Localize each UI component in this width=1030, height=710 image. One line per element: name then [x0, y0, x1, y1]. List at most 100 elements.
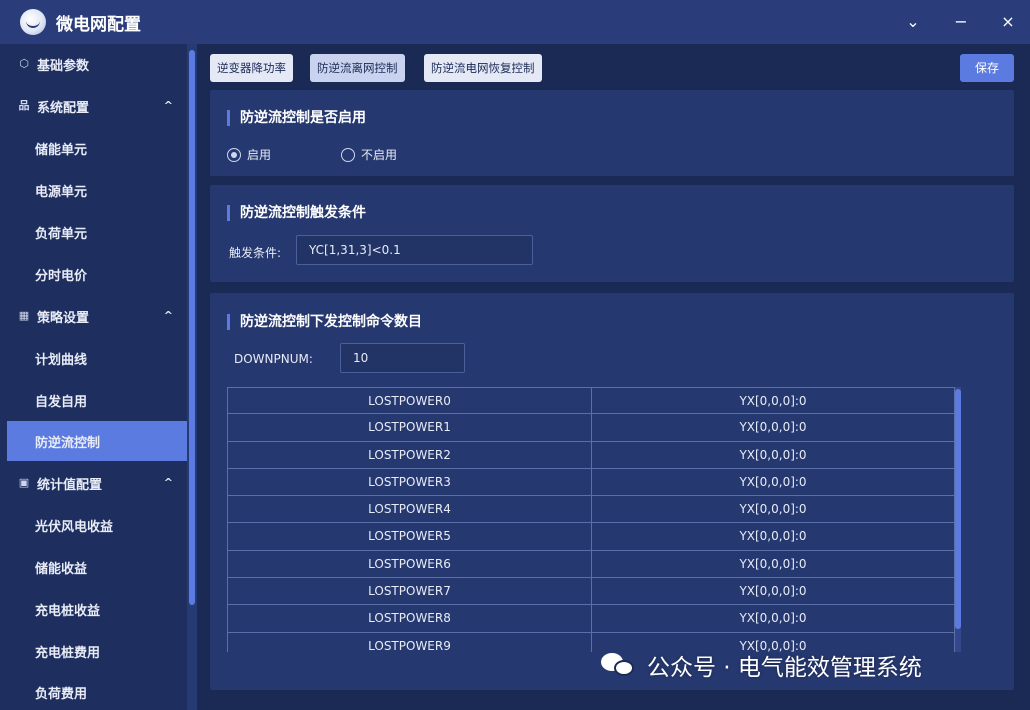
table-row[interactable]: LOSTPOWER0 YX[0,0,0]:0: [227, 387, 955, 415]
table-cell-value[interactable]: YX[0,0,0]:0: [591, 468, 955, 496]
sidebar-item-anti-backflow[interactable]: 防逆流控制: [7, 421, 187, 461]
sidebar-item-label: 自发自用: [35, 394, 88, 410]
command-panel: 防逆流控制下发控制命令数目 DOWNPNUM: 10 LOSTPOWER0 YX…: [210, 293, 1014, 690]
table-cell-name: LOSTPOWER1: [227, 414, 591, 441]
watermark-text: 公众号 · 电气能效管理系统: [647, 655, 922, 681]
sidebar-item-label: 负荷单元: [35, 226, 88, 242]
table-cell-value[interactable]: YX[0,0,0]:0: [591, 605, 955, 632]
radio-disable[interactable]: 不启用: [341, 146, 397, 163]
sidebar-item-label: 电源单元: [35, 184, 88, 200]
table-row[interactable]: LOSTPOWER6 YX[0,0,0]:0: [227, 550, 955, 579]
sidebar-item-storage-unit[interactable]: 储能单元: [7, 128, 187, 168]
sidebar-item-label: 统计值配置: [37, 477, 103, 493]
sidebar-item-storage-income[interactable]: 储能收益: [7, 547, 187, 587]
table-cell-name: LOSTPOWER6: [227, 550, 591, 578]
sidebar: ⬡ 基础参数 品 系统配置 ^ 储能单元 电源单元 负荷单元 分时电价 ▦ 策略…: [0, 44, 197, 710]
table-row[interactable]: LOSTPOWER2 YX[0,0,0]:0: [227, 441, 955, 469]
radio-enable[interactable]: 启用: [227, 146, 271, 163]
sidebar-item-label: 策略设置: [37, 310, 90, 326]
downpnum-label: DOWNPNUM:: [234, 352, 313, 366]
tab-grid-recovery[interactable]: 防逆流电网恢复控制: [424, 54, 542, 82]
sidebar-item-label: 基础参数: [37, 58, 90, 74]
chevron-down-icon[interactable]: ⌄: [899, 8, 927, 36]
sidebar-item-label: 系统配置: [37, 100, 90, 116]
table-row[interactable]: LOSTPOWER8 YX[0,0,0]:0: [227, 605, 955, 633]
table-row[interactable]: LOSTPOWER3 YX[0,0,0]:0: [227, 468, 955, 497]
sidebar-item-system-config[interactable]: 品 系统配置 ^: [7, 86, 187, 126]
sidebar-item-label: 防逆流控制: [35, 435, 101, 451]
app-logo-icon: [20, 9, 46, 35]
watermark: 公众号 · 电气能效管理系统: [601, 648, 922, 682]
chevron-up-icon: ^: [163, 99, 173, 112]
table-cell-name: LOSTPOWER2: [227, 441, 591, 468]
grid-icon: 品: [18, 99, 30, 112]
tab-offgrid-control[interactable]: 防逆流离网控制: [310, 54, 405, 82]
sidebar-item-basic-params[interactable]: ⬡ 基础参数: [7, 44, 187, 84]
table-cell-value[interactable]: YX[0,0,0]:0: [591, 578, 955, 605]
table-cell-name: LOSTPOWER9: [227, 632, 591, 652]
table-cell-value[interactable]: YX[0,0,0]:0: [591, 550, 955, 578]
trigger-condition-input[interactable]: YC[1,31,3]<0.1: [296, 235, 533, 265]
wechat-icon: [601, 651, 637, 679]
sidebar-item-charger-cost[interactable]: 充电桩费用: [7, 631, 187, 671]
table-cell-name: LOSTPOWER0: [227, 388, 591, 414]
save-button[interactable]: 保存: [960, 54, 1014, 82]
section-title: 防逆流控制触发条件: [227, 205, 366, 221]
sidebar-item-pv-wind-income[interactable]: 光伏风电收益: [7, 505, 187, 545]
table-cell-value[interactable]: YX[0,0,0]:0: [591, 388, 955, 414]
chart-icon: ▦: [18, 309, 30, 322]
trigger-label: 触发条件:: [229, 246, 282, 260]
sidebar-item-power-unit[interactable]: 电源单元: [7, 170, 187, 210]
sidebar-scrollbar-thumb[interactable]: [189, 50, 195, 605]
command-table: LOSTPOWER0 YX[0,0,0]:0 LOSTPOWER1 YX[0,0…: [227, 387, 955, 652]
sidebar-item-plan-curve[interactable]: 计划曲线: [7, 338, 187, 378]
sidebar-item-label: 充电桩费用: [35, 645, 101, 661]
sidebar-item-label: 计划曲线: [35, 352, 88, 368]
section-title: 防逆流控制是否启用: [227, 110, 366, 126]
table-cell-name: LOSTPOWER4: [227, 496, 591, 523]
downpnum-input[interactable]: 10: [340, 343, 465, 373]
table-cell-value[interactable]: YX[0,0,0]:0: [591, 414, 955, 441]
table-cell-name: LOSTPOWER5: [227, 523, 591, 550]
main-content: 逆变器降功率 防逆流离网控制 防逆流电网恢复控制 保存 防逆流控制是否启用 启用…: [197, 44, 1030, 710]
sidebar-item-self-use[interactable]: 自发自用: [7, 380, 187, 420]
table-cell-name: LOSTPOWER7: [227, 578, 591, 605]
table-cell-name: LOSTPOWER8: [227, 605, 591, 632]
sidebar-item-label: 充电桩收益: [35, 603, 101, 619]
title-bar: 微电网配置 ⌄ − ×: [0, 0, 1030, 44]
radio-unchecked-icon: [341, 147, 355, 162]
sidebar-item-label: 储能单元: [35, 142, 88, 158]
enable-panel: 防逆流控制是否启用 启用 不启用: [210, 90, 1014, 176]
sidebar-item-load-cost[interactable]: 负荷费用: [7, 672, 187, 710]
table-cell-value[interactable]: YX[0,0,0]:0: [591, 523, 955, 550]
tab-inverter-derate[interactable]: 逆变器降功率: [210, 54, 293, 82]
sidebar-item-tou-price[interactable]: 分时电价: [7, 254, 187, 294]
section-title: 防逆流控制下发控制命令数目: [227, 314, 422, 330]
window-title: 微电网配置: [56, 14, 141, 35]
chevron-up-icon: ^: [163, 309, 173, 322]
sidebar-item-load-unit[interactable]: 负荷单元: [7, 212, 187, 252]
table-row[interactable]: LOSTPOWER1 YX[0,0,0]:0: [227, 414, 955, 442]
table-row[interactable]: LOSTPOWER4 YX[0,0,0]:0: [227, 496, 955, 524]
sidebar-item-label: 光伏风电收益: [35, 519, 114, 535]
sidebar-item-strategy[interactable]: ▦ 策略设置 ^: [7, 296, 187, 336]
table-cell-name: LOSTPOWER3: [227, 468, 591, 496]
cube-icon: ⬡: [19, 57, 29, 70]
sidebar-item-statistics[interactable]: ▣ 统计值配置 ^: [7, 463, 187, 503]
monitor-icon: ▣: [18, 476, 30, 489]
sidebar-item-label: 储能收益: [35, 561, 88, 577]
table-cell-value[interactable]: YX[0,0,0]:0: [591, 441, 955, 468]
table-row[interactable]: LOSTPOWER5 YX[0,0,0]:0: [227, 523, 955, 551]
radio-label: 不启用: [361, 148, 398, 162]
sidebar-item-label: 负荷费用: [35, 686, 88, 702]
table-row[interactable]: LOSTPOWER7 YX[0,0,0]:0: [227, 578, 955, 606]
minimize-button[interactable]: −: [947, 8, 975, 36]
table-scrollbar-thumb[interactable]: [955, 389, 961, 629]
trigger-panel: 防逆流控制触发条件 触发条件: YC[1,31,3]<0.1: [210, 185, 1014, 282]
table-cell-value[interactable]: YX[0,0,0]:0: [591, 496, 955, 523]
radio-label: 启用: [247, 148, 272, 162]
chevron-up-icon: ^: [163, 476, 173, 489]
close-button[interactable]: ×: [994, 8, 1022, 36]
radio-checked-icon: [227, 147, 241, 162]
sidebar-item-charger-income[interactable]: 充电桩收益: [7, 589, 187, 629]
